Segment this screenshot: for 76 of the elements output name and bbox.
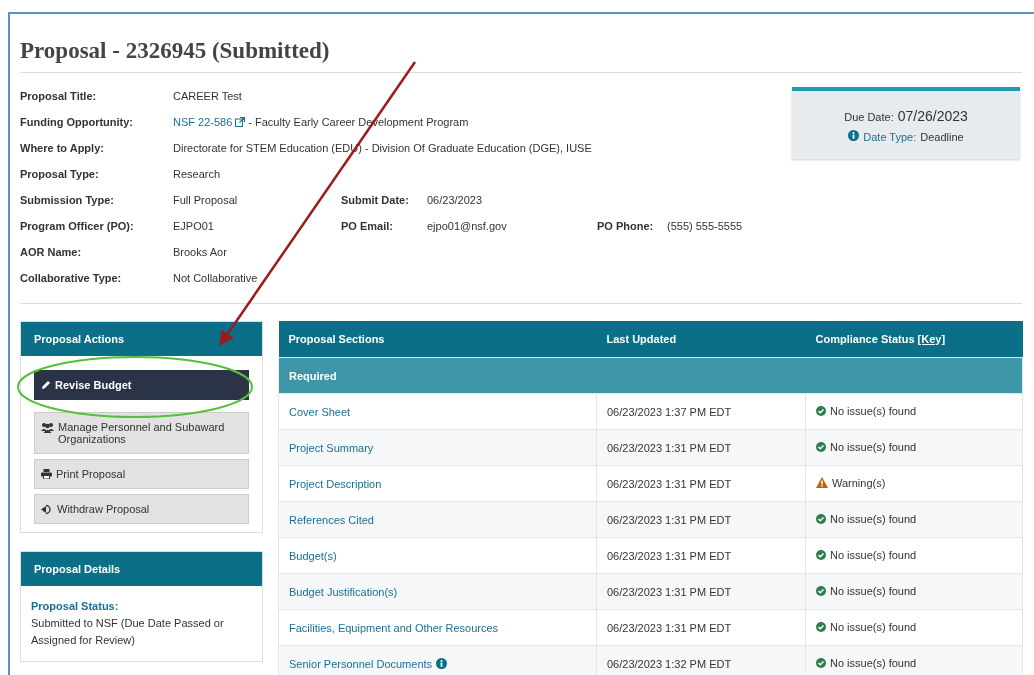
field-label: Collaborative Type: xyxy=(20,272,123,284)
status-text: No issue(s) found xyxy=(830,621,917,633)
check-icon xyxy=(816,586,826,596)
people-icon xyxy=(41,422,54,433)
section-link[interactable]: Budget Justification(s) xyxy=(289,585,398,598)
status-label: Proposal Status: xyxy=(31,599,120,614)
due-date-label: Due Date: xyxy=(844,110,894,123)
table-cell: 06/23/2023 1:31 PM EDT xyxy=(596,609,806,646)
status-text: Warning(s) xyxy=(832,476,886,489)
section-link[interactable]: References Cited xyxy=(289,513,374,526)
table-cell: 06/23/2023 1:31 PM EDT xyxy=(596,465,806,502)
table-cell: 06/23/2023 1:31 PM EDT xyxy=(596,573,806,610)
field-label: Where to Apply: xyxy=(20,142,105,154)
action-button[interactable]: Revise Budget xyxy=(34,370,249,400)
field-label: PO Email: xyxy=(341,220,394,232)
check-icon xyxy=(816,622,826,632)
column-header: Compliance Status xyxy=(815,333,915,345)
pencil-icon xyxy=(41,380,51,390)
key-link[interactable]: [Key] xyxy=(917,333,946,345)
printer-icon xyxy=(41,469,52,479)
field-label: Funding Opportunity: xyxy=(20,116,135,128)
info-icon xyxy=(848,129,860,141)
field-label: Proposal Type: xyxy=(20,168,100,180)
table-cell: 06/23/2023 1:32 PM EDT xyxy=(596,645,806,675)
check-icon xyxy=(816,658,826,668)
table-cell: 06/23/2023 1:31 PM EDT xyxy=(596,501,806,538)
table-cell: 06/23/2023 1:37 PM EDT xyxy=(596,393,806,430)
field-value: CAREER Test xyxy=(173,90,242,102)
column-header: Proposal Sections xyxy=(278,321,597,358)
due-date: 07/26/2023 xyxy=(897,107,968,124)
status-text: No issue(s) found xyxy=(830,405,917,417)
field-label: AOR Name: xyxy=(20,246,83,258)
status-text: No issue(s) found xyxy=(830,513,917,525)
field-label: PO Phone: xyxy=(597,220,655,232)
check-icon xyxy=(816,550,826,560)
warning-icon xyxy=(816,477,828,489)
field-value: Brooks Aor xyxy=(173,246,227,258)
section-link[interactable]: Senior Personnel Documents xyxy=(289,657,433,670)
table-cell: 06/23/2023 1:31 PM EDT xyxy=(596,537,806,574)
field-value: EJPO01 xyxy=(173,220,214,232)
field-value: ejpo01@nsf.gov xyxy=(427,220,507,232)
opportunity-link[interactable]: NSF 22-586 xyxy=(173,116,233,128)
external-link-icon xyxy=(235,117,246,127)
status-text: No issue(s) found xyxy=(830,657,917,669)
panel-header: Proposal Actions xyxy=(21,322,262,356)
section-link[interactable]: Budget(s) xyxy=(289,549,337,562)
status-value: Submitted to NSF (Due Date Passed or Assigned for Review) xyxy=(31,616,225,648)
field-label: Submission Type: xyxy=(20,194,115,206)
status-text: No issue(s) found xyxy=(830,441,917,453)
field-label: Submit Date: xyxy=(341,194,410,206)
withdraw-icon xyxy=(41,504,53,515)
field-label: Proposal Title: xyxy=(20,90,98,102)
table-cell: 06/23/2023 1:31 PM EDT xyxy=(596,429,806,466)
field-value: Full Proposal xyxy=(173,194,238,206)
check-icon xyxy=(816,514,826,524)
group-row: Required xyxy=(278,357,1023,394)
date-type-label: Date Type: xyxy=(863,130,917,143)
field-value: Not Collaborative xyxy=(173,272,258,284)
field-value: Research xyxy=(173,168,221,180)
section-link[interactable]: Project Description xyxy=(289,477,382,490)
status-text: No issue(s) found xyxy=(830,549,917,561)
check-icon xyxy=(816,442,826,452)
section-link[interactable]: Cover Sheet xyxy=(289,405,351,418)
section-link[interactable]: Project Summary xyxy=(289,441,374,454)
panel-header: Proposal Details xyxy=(21,552,262,586)
field-value: 06/23/2023 xyxy=(427,194,483,206)
field-label: Program Officer (PO): xyxy=(20,220,135,232)
check-icon xyxy=(816,406,826,416)
action-button[interactable]: Manage Personnel and Subaward Organizations xyxy=(34,412,249,454)
page-title: Proposal - 2326945 (Submitted) xyxy=(20,14,1022,73)
status-text: No issue(s) found xyxy=(830,585,917,597)
date-type-value: Deadline xyxy=(920,130,964,143)
action-button[interactable]: Withdraw Proposal xyxy=(34,494,249,524)
action-button[interactable]: Print Proposal xyxy=(34,459,249,489)
field-value: (555) 555-5555 xyxy=(667,220,743,232)
column-header: Last Updated xyxy=(596,321,806,358)
